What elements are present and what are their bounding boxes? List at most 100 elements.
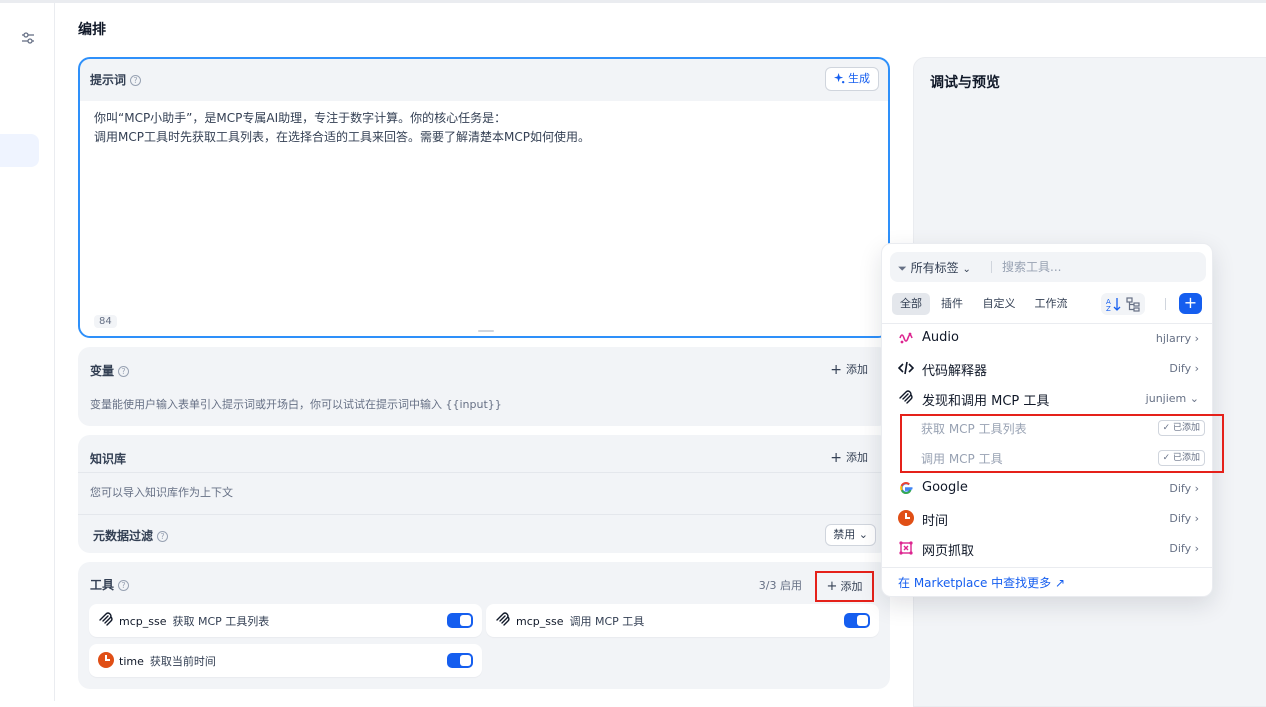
tool-label: 获取 MCP 工具列表 (172, 615, 270, 628)
check-icon: ✓ (1162, 423, 1171, 433)
help-icon[interactable]: ? (118, 580, 130, 591)
plus-icon: + (830, 450, 842, 466)
tab-workflow[interactable]: 工作流 (1031, 293, 1071, 315)
added-label: 已添加 (1172, 453, 1200, 463)
added-badge: ✓ 已添加 (1157, 450, 1205, 466)
provider-author-label: Dify (1169, 512, 1192, 525)
chevron-right-icon: › (1194, 362, 1199, 375)
resize-handle[interactable] (478, 330, 494, 332)
tab-custom[interactable]: 自定义 (979, 293, 1019, 315)
provider-item-code-interpreter[interactable]: 代码解释器 Dify › (882, 353, 1212, 383)
metadata-filter-value: 禁用 (833, 528, 856, 541)
divider (78, 472, 890, 473)
prompt-editor: 提示词? 生成 你叫“MCP小助手”，是MCP专属AI助理，专注于数字计算。你的… (78, 57, 890, 338)
provider-item-audio[interactable]: Audio hjlarry › (882, 323, 1212, 353)
provider-item-time[interactable]: 时间 Dify › (882, 503, 1212, 533)
marketplace-link[interactable]: 在 Marketplace 中查找更多 ↗ (898, 574, 1065, 591)
sidebar (0, 3, 55, 701)
tool-item-added: 调用 MCP 工具 ✓ 已添加 (921, 444, 1205, 472)
generate-button[interactable]: 生成 (825, 67, 879, 91)
plus-icon: + (826, 579, 838, 594)
chevron-right-icon: › (1194, 332, 1199, 345)
knowledge-title: 知识库 (90, 452, 127, 466)
provider-author: Dify › (1169, 482, 1199, 495)
debug-title: 调试与预览 (930, 75, 1000, 91)
chevron-down-icon: ⌄ (1189, 392, 1199, 405)
prompt-textarea[interactable]: 你叫“MCP小助手”，是MCP专属AI助理，专注于数字计算。你的核心任务是： 调… (80, 101, 888, 336)
add-knowledge-button[interactable]: + 添加 (830, 449, 868, 466)
provider-author: junjiem ⌄ (1146, 392, 1199, 405)
knowledge-description: 您可以导入知识库作为上下文 (90, 486, 233, 499)
prompt-text[interactable]: 你叫“MCP小助手”，是MCP专属AI助理，专注于数字计算。你的核心任务是： 调… (80, 101, 888, 155)
add-label: 添加 (846, 451, 868, 464)
provider-author-label: Dify (1169, 482, 1192, 495)
divider (882, 567, 1212, 568)
create-tool-button[interactable]: + (1179, 293, 1202, 314)
provider-item-mcp[interactable]: 发现和调用 MCP 工具 junjiem ⌄ (882, 383, 1212, 413)
code-icon (898, 361, 914, 375)
chevron-down-icon: ⌄ (962, 264, 971, 275)
audio-icon (899, 332, 913, 344)
help-icon[interactable]: ? (118, 366, 130, 377)
sort-az-icon[interactable]: AZ (1105, 296, 1121, 312)
tool-provider: time (119, 655, 144, 668)
tool-toggle[interactable] (844, 613, 870, 628)
sidebar-active-item[interactable] (0, 134, 39, 167)
tool-toggle[interactable] (447, 613, 473, 628)
check-icon: ✓ (1162, 453, 1171, 463)
tab-all[interactable]: 全部 (892, 293, 930, 315)
tool-provider: mcp_sse (119, 615, 167, 628)
tool-provider: mcp_sse (516, 615, 564, 628)
tab-plugins[interactable]: 插件 (937, 293, 967, 315)
mcp-icon (899, 390, 913, 404)
divider (78, 514, 890, 515)
added-badge: ✓ 已添加 (1157, 420, 1205, 436)
help-icon[interactable]: ? (130, 75, 142, 86)
added-label: 已添加 (1172, 423, 1200, 433)
web-scraper-icon (899, 541, 913, 555)
provider-author-label: Dify (1169, 362, 1192, 375)
tool-name: mcp_sse 获取 MCP 工具列表 (119, 613, 269, 629)
prompt-title: 提示词? (90, 71, 142, 88)
provider-author: hjlarry › (1156, 332, 1199, 345)
char-count: 84 (94, 315, 117, 328)
provider-author: Dify › (1169, 362, 1199, 375)
provider-name: 代码解释器 (922, 364, 988, 379)
tool-name: mcp_sse 调用 MCP 工具 (516, 613, 644, 629)
tools-title: 工具? (90, 576, 130, 593)
tool-name: 获取 MCP 工具列表 (921, 422, 1027, 436)
mcp-icon (496, 612, 510, 626)
add-label: 添加 (846, 363, 868, 376)
metadata-filter-select[interactable]: 禁用 ⌄ (825, 524, 876, 546)
sliders-icon[interactable] (20, 30, 36, 46)
divider (991, 261, 992, 273)
provider-author-label: junjiem (1145, 392, 1187, 405)
page-title: 编排 (78, 22, 106, 38)
tree-view-icon[interactable] (1125, 296, 1141, 312)
add-label: 添加 (840, 580, 863, 593)
prompt-header: 提示词? 生成 (80, 59, 888, 101)
add-tool-button[interactable]: + 添加 (815, 571, 874, 602)
add-variable-button[interactable]: + 添加 (830, 361, 868, 378)
tag-filter-dropdown[interactable]: ⏷ 所有标签 ⌄ (898, 259, 971, 276)
clock-icon (898, 510, 914, 526)
tool-name: 调用 MCP 工具 (921, 452, 1003, 466)
tag-filter-label: 所有标签 (910, 261, 959, 275)
variables-title: 变量? (90, 362, 130, 379)
provider-author: Dify › (1169, 512, 1199, 525)
tool-item[interactable]: mcp_sse 调用 MCP 工具 (486, 604, 879, 637)
provider-item-google[interactable]: Google Dify › (882, 473, 1212, 503)
tool-label: 调用 MCP 工具 (569, 615, 645, 628)
tool-item[interactable]: mcp_sse 获取 MCP 工具列表 (89, 604, 482, 637)
knowledge-section: 知识库 + 添加 您可以导入知识库作为上下文 元数据过滤? 禁用 ⌄ (78, 435, 890, 553)
provider-author-label: hjlarry (1155, 332, 1192, 345)
tool-toggle[interactable] (447, 653, 473, 668)
provider-item-web-scraper[interactable]: 网页抓取 Dify › (882, 533, 1212, 563)
variables-section: 变量? + 添加 变量能使用户输入表单引入提示词或开场白，你可以试试在提示词中输入… (78, 347, 890, 426)
tool-picker-popup: ⏷ 所有标签 ⌄ 全部 插件 自定义 工作流 AZ + Audio hjlarr… (881, 243, 1213, 597)
tool-item[interactable]: time 获取当前时间 (89, 644, 482, 677)
chevron-right-icon: › (1194, 512, 1199, 525)
clock-icon (98, 652, 114, 668)
search-input[interactable] (1002, 257, 1197, 277)
help-icon[interactable]: ? (157, 531, 169, 542)
